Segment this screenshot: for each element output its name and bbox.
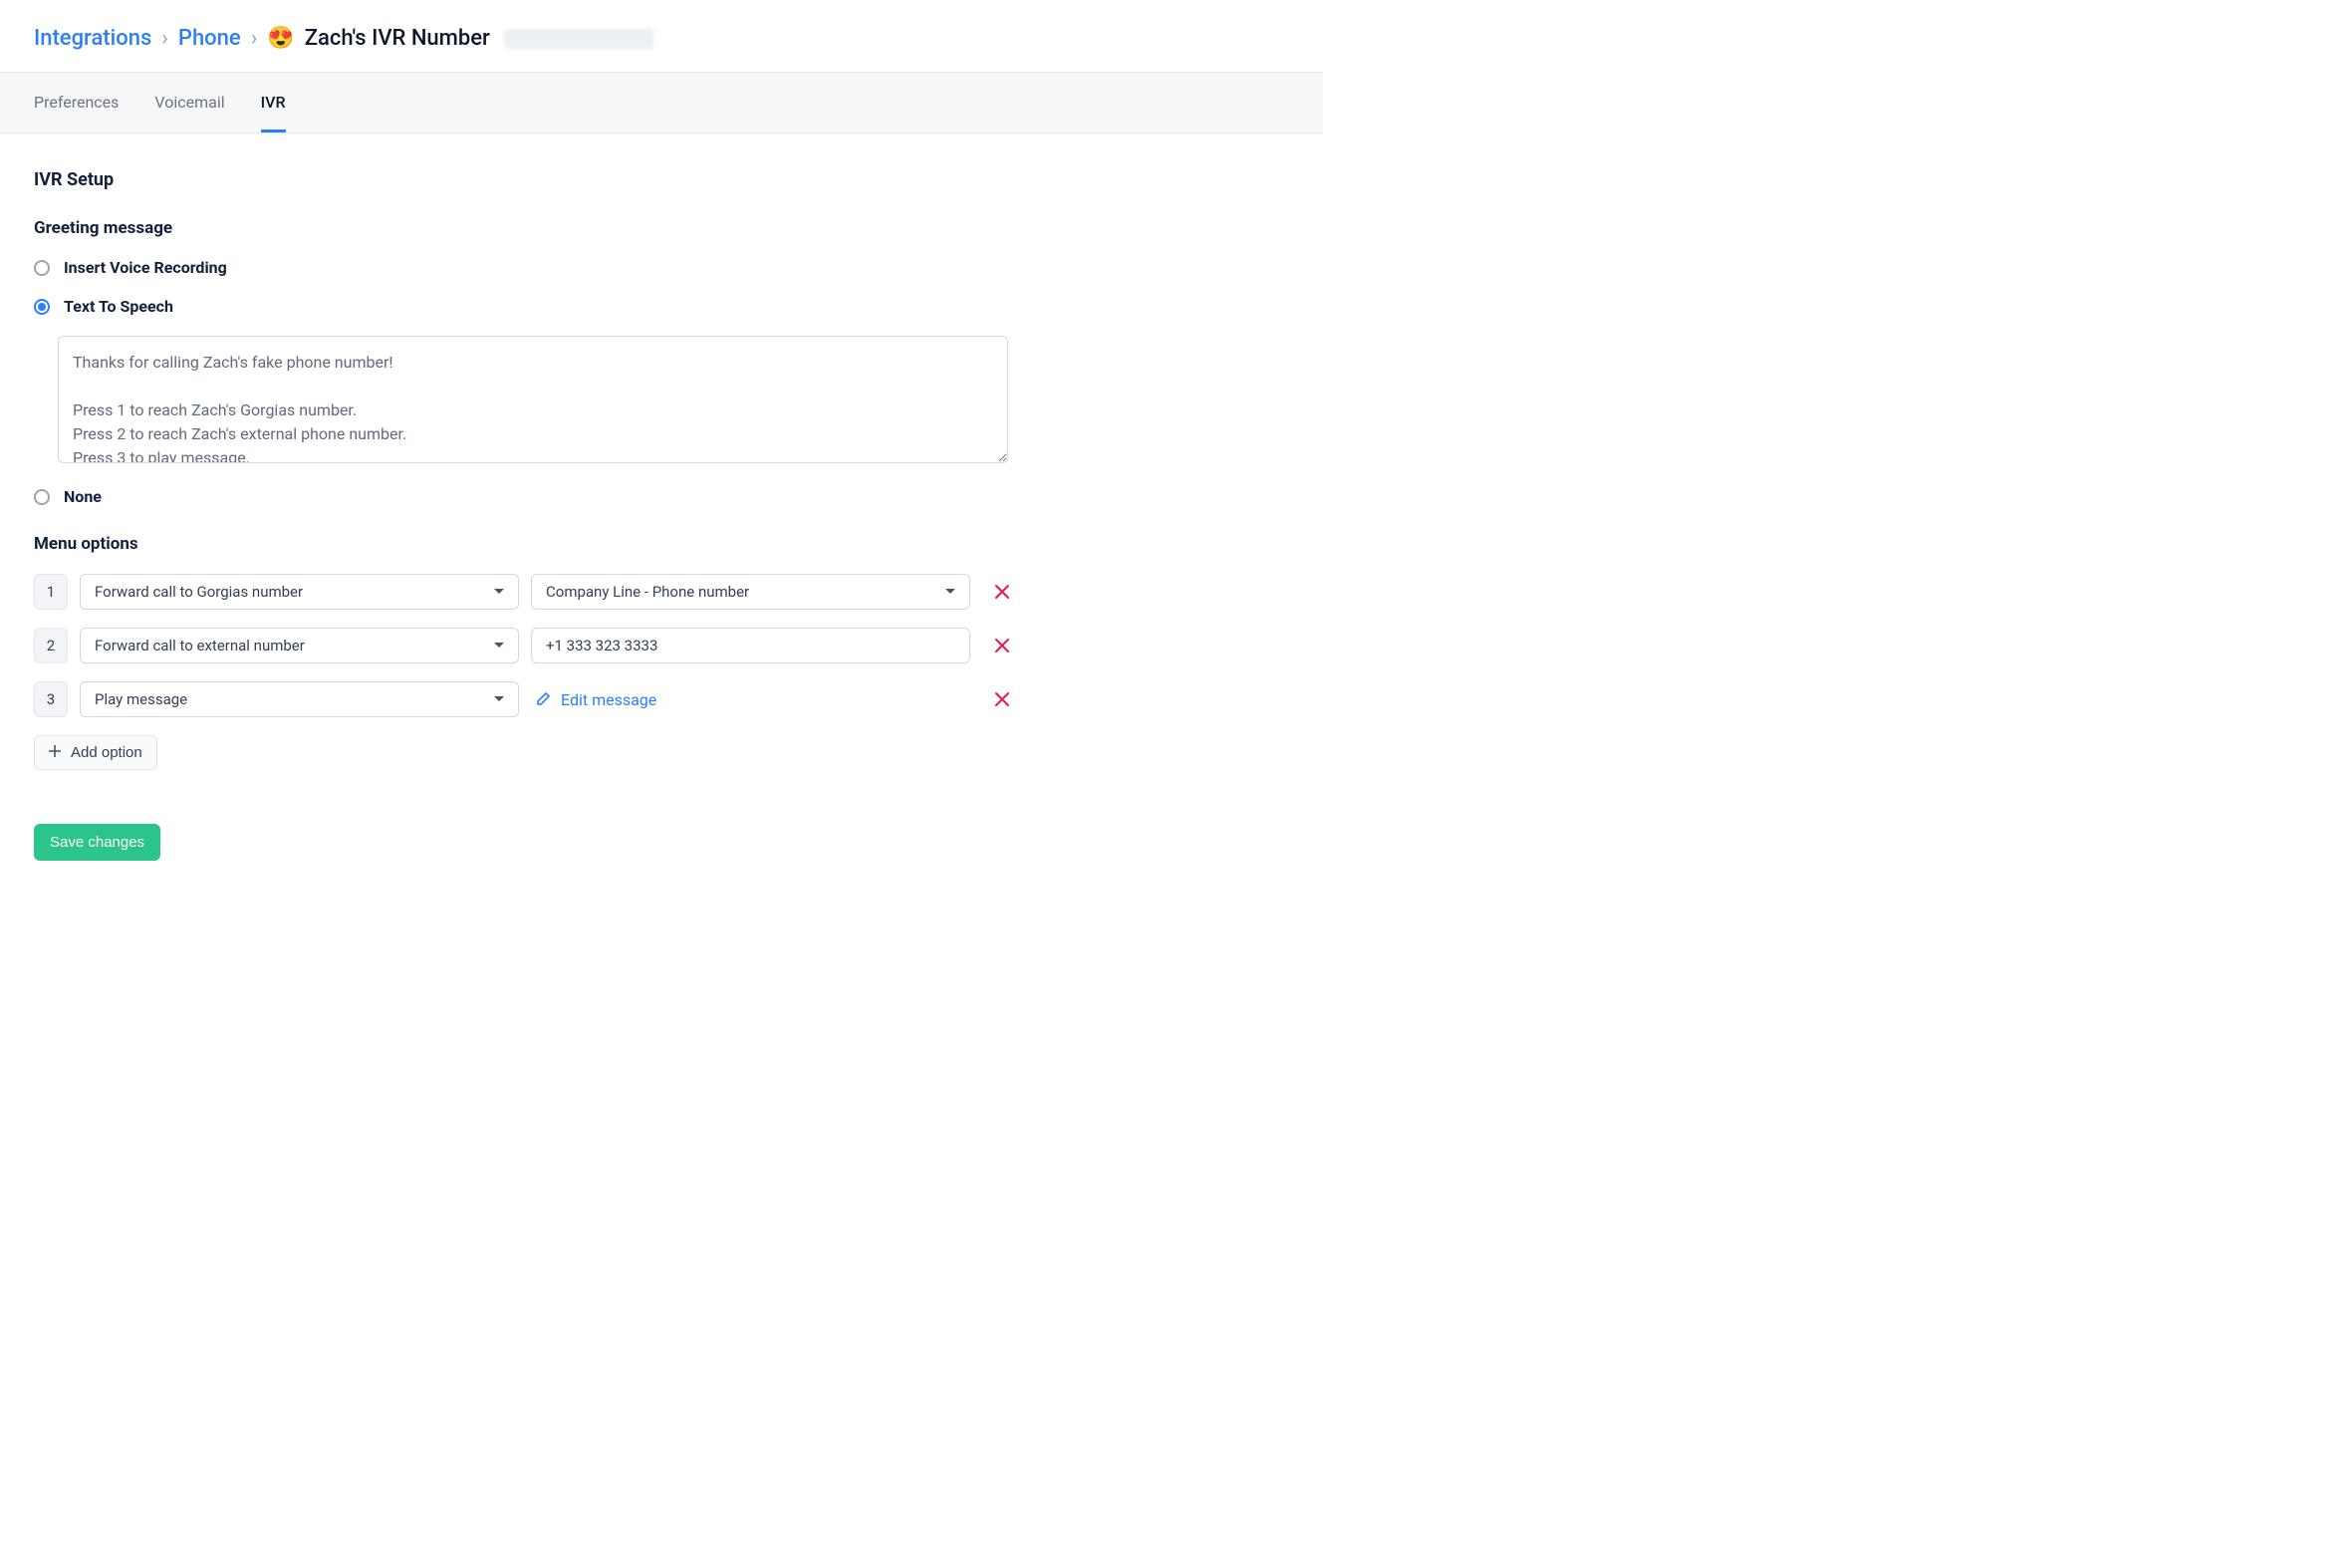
edit-message-link[interactable]: Edit message — [537, 690, 656, 709]
menu-digit: 2 — [34, 628, 68, 663]
breadcrumb-phone-link[interactable]: Phone — [178, 28, 241, 50]
heart-eyes-emoji-icon: 😍 — [267, 28, 294, 50]
tab-ivr[interactable]: IVR — [261, 73, 286, 132]
menu-digit: 1 — [34, 574, 68, 610]
breadcrumb-separator: › — [251, 28, 258, 50]
menu-action-select[interactable]: Forward call to Gorgias number — [80, 574, 519, 610]
plus-icon — [49, 744, 61, 761]
tabs-bar: Preferences Voicemail IVR — [0, 72, 1323, 133]
greeting-radio-tts[interactable] — [34, 299, 50, 315]
edit-message-label: Edit message — [561, 690, 656, 709]
menu-action-select[interactable]: Forward call to external number — [80, 628, 519, 663]
menu-action-value: Forward call to Gorgias number — [95, 583, 303, 601]
caret-down-icon — [494, 696, 504, 702]
add-option-button[interactable]: Add option — [34, 735, 157, 770]
menu-action-value: Forward call to external number — [95, 637, 305, 654]
caret-down-icon — [945, 589, 955, 595]
caret-down-icon — [494, 589, 504, 595]
greeting-heading: Greeting message — [34, 218, 1022, 238]
tts-textarea[interactable] — [58, 336, 1008, 463]
tab-preferences[interactable]: Preferences — [34, 73, 119, 132]
breadcrumb-title: Zach's IVR Number — [305, 28, 490, 50]
greeting-radio-none[interactable] — [34, 489, 50, 505]
caret-down-icon — [494, 643, 504, 649]
menu-digit: 3 — [34, 681, 68, 717]
menu-action-value: Play message — [95, 690, 187, 708]
menu-row: 3 Play message Edit message — [34, 681, 1022, 717]
menu-heading: Menu options — [34, 534, 1022, 554]
redacted-phone-number — [504, 29, 653, 49]
menu-target-select[interactable]: Company Line - Phone number — [531, 574, 970, 610]
add-option-label: Add option — [71, 744, 142, 761]
menu-row: 2 Forward call to external number — [34, 628, 1022, 663]
tab-voicemail[interactable]: Voicemail — [154, 73, 224, 132]
save-changes-button[interactable]: Save changes — [34, 824, 160, 861]
delete-row-button[interactable] — [994, 638, 1010, 653]
delete-row-button[interactable] — [994, 584, 1010, 600]
breadcrumb: Integrations › Phone › 😍 Zach's IVR Numb… — [0, 0, 1323, 72]
greeting-radio-none-label[interactable]: None — [64, 487, 102, 506]
page-title: IVR Setup — [34, 169, 1022, 190]
menu-target-value: Company Line - Phone number — [546, 583, 749, 601]
menu-target-input[interactable] — [531, 628, 970, 663]
pencil-icon — [537, 690, 551, 709]
breadcrumb-separator: › — [161, 28, 168, 50]
greeting-radio-recording[interactable] — [34, 260, 50, 276]
delete-row-button[interactable] — [994, 691, 1010, 707]
greeting-radio-recording-label[interactable]: Insert Voice Recording — [64, 258, 227, 277]
menu-action-select[interactable]: Play message — [80, 681, 519, 717]
menu-row: 1 Forward call to Gorgias number Company… — [34, 574, 1022, 610]
greeting-radio-tts-label[interactable]: Text To Speech — [64, 297, 173, 316]
breadcrumb-integrations-link[interactable]: Integrations — [34, 28, 151, 50]
